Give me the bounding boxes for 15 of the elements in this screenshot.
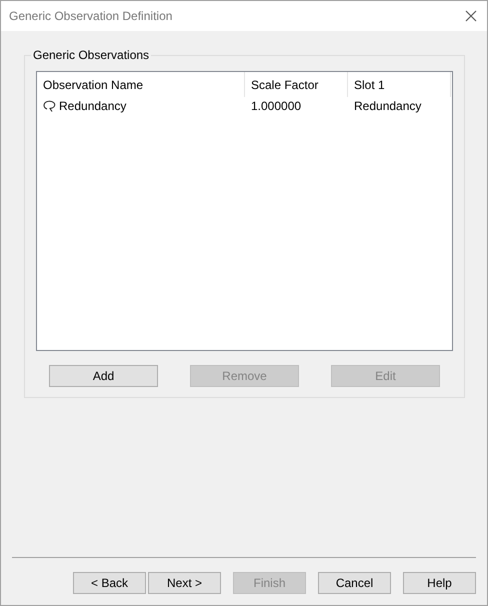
window-title: Generic Observation Definition (9, 9, 172, 23)
column-header[interactable]: Slot 1 (348, 72, 451, 97)
table-cell: Redundancy (59, 99, 126, 113)
group-title: Generic Observations (31, 48, 152, 62)
table-cell-text: Redundancy (353, 98, 422, 115)
button[interactable]: Next > (148, 572, 221, 594)
table-cell-text: 1.000000 (250, 98, 302, 115)
button[interactable]: Cancel (318, 572, 391, 594)
close-icon[interactable] (465, 10, 477, 22)
column-header[interactable]: Observation Name (37, 72, 245, 97)
button[interactable]: Add (49, 365, 158, 387)
column-header[interactable]: Scale Factor (245, 72, 348, 97)
button[interactable]: Help (403, 572, 476, 594)
loop-icon (43, 100, 56, 112)
button[interactable]: < Back (73, 572, 146, 594)
